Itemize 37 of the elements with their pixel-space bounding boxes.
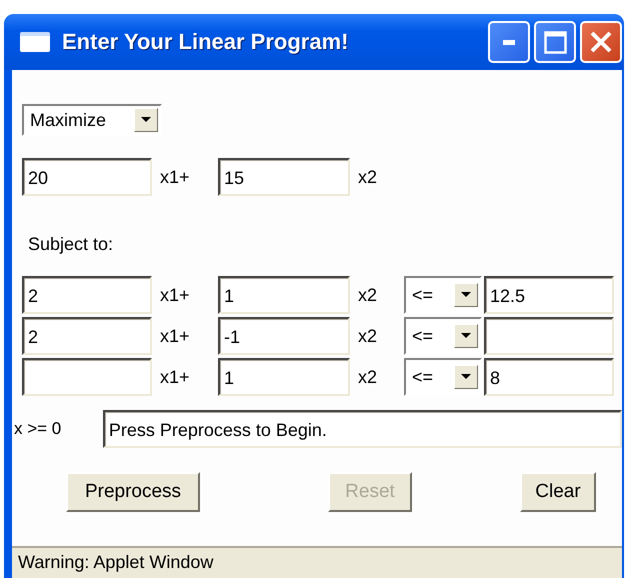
maximize-button[interactable]: [534, 21, 576, 63]
button[interactable]: Preprocess: [66, 472, 200, 512]
minimize-icon: [503, 40, 515, 44]
close-button[interactable]: [580, 21, 622, 63]
variable-label: x1+: [159, 166, 191, 188]
button[interactable]: Clear: [520, 472, 596, 512]
minimize-button[interactable]: [488, 21, 530, 63]
input-field[interactable]: 1: [218, 276, 350, 314]
input-field[interactable]: 2: [22, 276, 152, 314]
status-bar: Warning: Applet Window: [12, 546, 622, 578]
input-field[interactable]: 8: [484, 358, 614, 396]
input-field[interactable]: 20: [22, 158, 152, 196]
input-field[interactable]: Press Preprocess to Begin.: [102, 410, 622, 448]
variable-label: x2: [357, 284, 378, 306]
input-field[interactable]: [22, 358, 152, 396]
input-field[interactable]: 1: [218, 358, 350, 396]
dropdown[interactable]: <=: [404, 358, 482, 396]
variable-label: x1+: [159, 366, 191, 388]
variable-label: x1+: [159, 284, 191, 306]
close-icon: [590, 31, 612, 53]
dropdown[interactable]: <=: [404, 276, 482, 314]
dropdown[interactable]: <=: [404, 317, 482, 355]
input-field[interactable]: 2: [22, 317, 152, 355]
variable-label: x2: [357, 366, 378, 388]
variable-label: x1+: [159, 326, 191, 346]
variable-label: x2: [357, 166, 378, 188]
maximize-icon: [544, 30, 566, 54]
input-field[interactable]: 15: [218, 158, 350, 196]
input-field[interactable]: [484, 317, 614, 355]
constraint-label: x >= 0: [14, 419, 62, 439]
input-field[interactable]: -1: [218, 317, 350, 355]
section-label: Subject to:: [28, 234, 114, 256]
variable-label: x2: [357, 326, 378, 346]
window-icon: [20, 32, 50, 52]
window-title: Enter Your Linear Program!: [62, 29, 348, 55]
dropdown[interactable]: Maximize: [22, 104, 162, 136]
input-field[interactable]: 12.5: [484, 276, 614, 314]
